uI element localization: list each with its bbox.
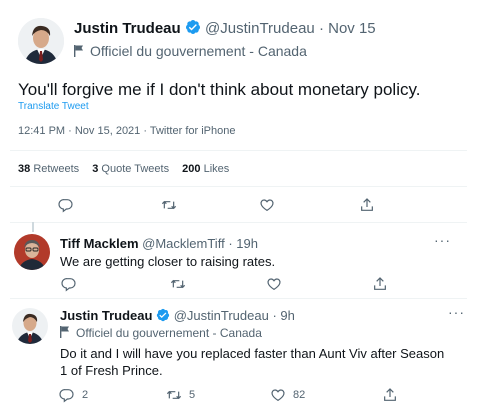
like-button[interactable] bbox=[257, 195, 277, 215]
quotes-count: 3 bbox=[92, 163, 99, 175]
retweet-icon bbox=[170, 279, 186, 289]
tweet-text: You'll forgive me if I don't think about… bbox=[18, 80, 421, 99]
heart-icon bbox=[271, 389, 285, 402]
share-icon bbox=[361, 198, 373, 211]
government-label-text: Officiel du gouvernement - Canada bbox=[76, 326, 262, 340]
heart-icon bbox=[260, 199, 274, 212]
divider bbox=[10, 298, 467, 299]
author-name[interactable]: Tiff Macklem bbox=[60, 236, 139, 251]
share-button[interactable] bbox=[370, 274, 390, 294]
retweet-button[interactable] bbox=[168, 274, 188, 294]
separator-dot: · bbox=[318, 19, 324, 37]
tweet-text: Do it and I will have you replaced faste… bbox=[60, 346, 445, 378]
reply-button[interactable] bbox=[59, 274, 79, 294]
flag-icon bbox=[60, 326, 69, 338]
tweet-time[interactable]: 9h bbox=[280, 308, 294, 323]
author-name[interactable]: Justin Trudeau bbox=[60, 308, 152, 323]
retweet-button[interactable] bbox=[164, 385, 184, 405]
share-button[interactable] bbox=[357, 195, 377, 215]
likes-label: Likes bbox=[203, 163, 230, 175]
translate-link[interactable]: Translate Tweet bbox=[18, 101, 89, 112]
retweet-icon bbox=[161, 200, 177, 210]
separator-dot: · bbox=[228, 236, 233, 251]
thread-line bbox=[32, 222, 34, 232]
tweet-stats: 38 Retweets 3 Quote Tweets 200 Likes bbox=[18, 163, 229, 175]
reply-icon bbox=[59, 389, 74, 403]
likes-stat[interactable]: 200 Likes bbox=[182, 163, 229, 175]
verified-badge-icon bbox=[185, 19, 201, 39]
avatar[interactable] bbox=[12, 308, 48, 344]
government-label: Officiel du gouvernement - Canada bbox=[74, 43, 307, 59]
author-name[interactable]: Justin Trudeau bbox=[74, 20, 181, 37]
government-label-text: Officiel du gouvernement - Canada bbox=[90, 43, 307, 59]
verified-badge-icon bbox=[156, 308, 170, 325]
flag-icon bbox=[74, 45, 83, 57]
reply-button[interactable] bbox=[56, 195, 76, 215]
retweet-button[interactable] bbox=[159, 195, 179, 215]
share-icon bbox=[384, 388, 396, 401]
tweet-date[interactable]: Nov 15 bbox=[328, 20, 376, 37]
reply-button[interactable] bbox=[57, 385, 77, 405]
like-button[interactable] bbox=[264, 274, 284, 294]
government-label: Officiel du gouvernement - Canada bbox=[60, 326, 262, 340]
tweet-time[interactable]: 19h bbox=[236, 236, 258, 251]
quotes-stat[interactable]: 3 Quote Tweets bbox=[92, 163, 169, 175]
divider bbox=[10, 222, 467, 223]
more-options-icon[interactable]: ··· bbox=[448, 304, 465, 320]
tweet-text: We are getting closer to raising rates. bbox=[60, 254, 276, 269]
like-count: 82 bbox=[293, 389, 306, 401]
retweets-count: 38 bbox=[18, 163, 31, 175]
reply-count: 2 bbox=[82, 389, 89, 401]
share-icon bbox=[374, 277, 386, 290]
avatar[interactable] bbox=[14, 234, 50, 270]
divider bbox=[10, 186, 467, 187]
retweets-stat[interactable]: 38 Retweets bbox=[18, 163, 79, 175]
author-handle[interactable]: @JustinTrudeau bbox=[205, 20, 315, 37]
tweet-timestamp[interactable]: 12:41 PM · Nov 15, 2021 · Twitter for iP… bbox=[18, 125, 235, 137]
retweet-icon bbox=[166, 390, 182, 400]
heart-icon bbox=[267, 278, 281, 291]
retweets-label: Retweets bbox=[33, 163, 80, 175]
avatar[interactable] bbox=[18, 18, 64, 64]
author-handle[interactable]: @MacklemTiff bbox=[142, 236, 225, 251]
retweet-count: 5 bbox=[189, 389, 196, 401]
likes-count: 200 bbox=[182, 163, 201, 175]
reply-icon bbox=[61, 278, 76, 292]
share-button[interactable] bbox=[380, 385, 400, 405]
separator-dot: · bbox=[272, 308, 277, 323]
more-options-icon[interactable]: ··· bbox=[434, 232, 451, 248]
like-button[interactable] bbox=[268, 385, 288, 405]
quotes-label: Quote Tweets bbox=[101, 163, 170, 175]
reply-icon bbox=[58, 199, 73, 213]
author-handle[interactable]: @JustinTrudeau bbox=[174, 308, 269, 323]
divider bbox=[10, 150, 467, 151]
